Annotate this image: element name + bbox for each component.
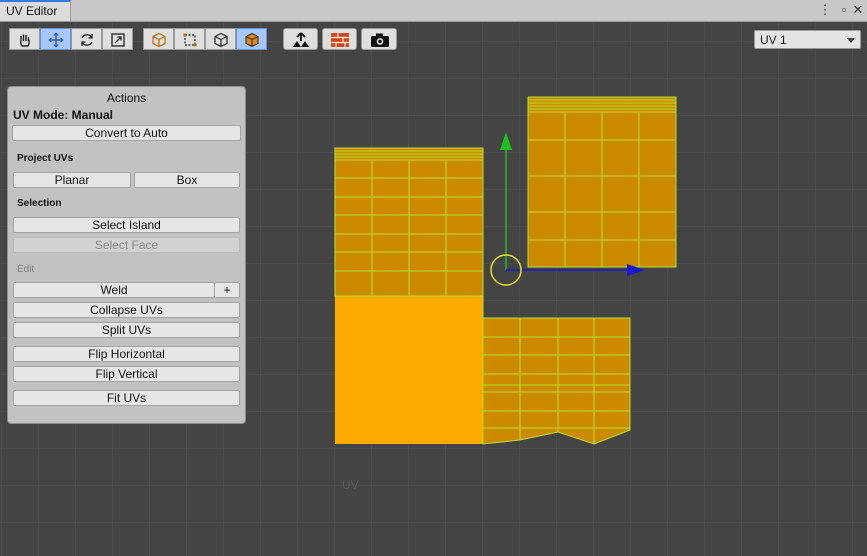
hand-tool-button[interactable] (9, 28, 40, 50)
convert-to-auto-button[interactable]: Convert to Auto (12, 125, 241, 141)
box-button[interactable]: Box (134, 172, 240, 188)
kebab-menu-icon[interactable]: ⋮ (818, 2, 832, 18)
export-uv-icon (293, 32, 309, 47)
uv-island-left[interactable] (334, 147, 484, 444)
window-titlebar: UV Editor ⋮ ▫ ✕ (0, 0, 867, 22)
uv-channel-value: UV 1 (760, 33, 787, 47)
flip-horizontal-button[interactable]: Flip Horizontal (13, 346, 240, 362)
texture-grid-button[interactable] (322, 28, 357, 50)
scale-icon (111, 33, 125, 47)
tab-uv-editor[interactable]: UV Editor (0, 0, 71, 21)
project-uvs-header: Project UVs (17, 153, 74, 164)
texture-group (322, 28, 357, 50)
move-icon (48, 32, 64, 48)
collapse-uvs-button[interactable]: Collapse UVs (13, 302, 240, 318)
export-group (283, 28, 318, 50)
flip-vertical-button[interactable]: Flip Vertical (13, 366, 240, 382)
split-uvs-button[interactable]: Split UVs (13, 322, 240, 338)
weld-button[interactable]: Weld (13, 282, 215, 298)
panel-title: Actions (106, 91, 147, 105)
texture-grid-icon (331, 33, 349, 47)
planar-button[interactable]: Planar (13, 172, 131, 188)
object-mode-button[interactable] (236, 28, 267, 50)
select-face-button[interactable]: Select Face (13, 237, 240, 253)
transform-tools (9, 28, 133, 50)
hand-icon (19, 34, 30, 47)
rotate-tool-button[interactable] (71, 28, 102, 50)
face-mode-button[interactable] (205, 28, 236, 50)
rotate-icon (81, 34, 93, 46)
uv-island-upper-right[interactable] (527, 96, 677, 268)
actions-panel: Actions UV Mode: Manual Convert to Auto … (7, 86, 246, 424)
tab-title: UV Editor (6, 4, 58, 18)
uv-mode-label: UV Mode: Manual (13, 108, 114, 122)
face-mode-icon (214, 32, 228, 48)
chevron-down-icon (847, 38, 855, 43)
uv-island-lower-right[interactable] (482, 317, 631, 445)
scale-tool-button[interactable] (102, 28, 133, 50)
uv-channel-select[interactable]: UV 1 (754, 30, 861, 49)
camera-icon (371, 33, 389, 47)
viewport-watermark: UV (342, 478, 359, 492)
edge-mode-icon (183, 33, 197, 47)
camera-button[interactable] (361, 28, 397, 50)
y-axis-handle-icon (500, 132, 512, 150)
weld-options-button[interactable]: + (214, 282, 240, 298)
close-icon[interactable]: ✕ (851, 2, 865, 18)
object-mode-icon (245, 32, 259, 48)
edge-mode-button[interactable] (174, 28, 205, 50)
camera-group (361, 28, 397, 50)
vertex-mode-button[interactable] (143, 28, 174, 50)
vertex-mode-icon (152, 32, 166, 48)
restore-icon[interactable]: ▫ (837, 2, 851, 18)
selection-header: Selection (17, 198, 62, 209)
export-uv-button[interactable] (283, 28, 318, 50)
fit-uvs-button[interactable]: Fit UVs (13, 390, 240, 406)
move-tool-button[interactable] (40, 28, 71, 50)
select-island-button[interactable]: Select Island (13, 217, 240, 233)
edit-header: Edit (17, 264, 35, 275)
selection-modes (143, 28, 267, 50)
